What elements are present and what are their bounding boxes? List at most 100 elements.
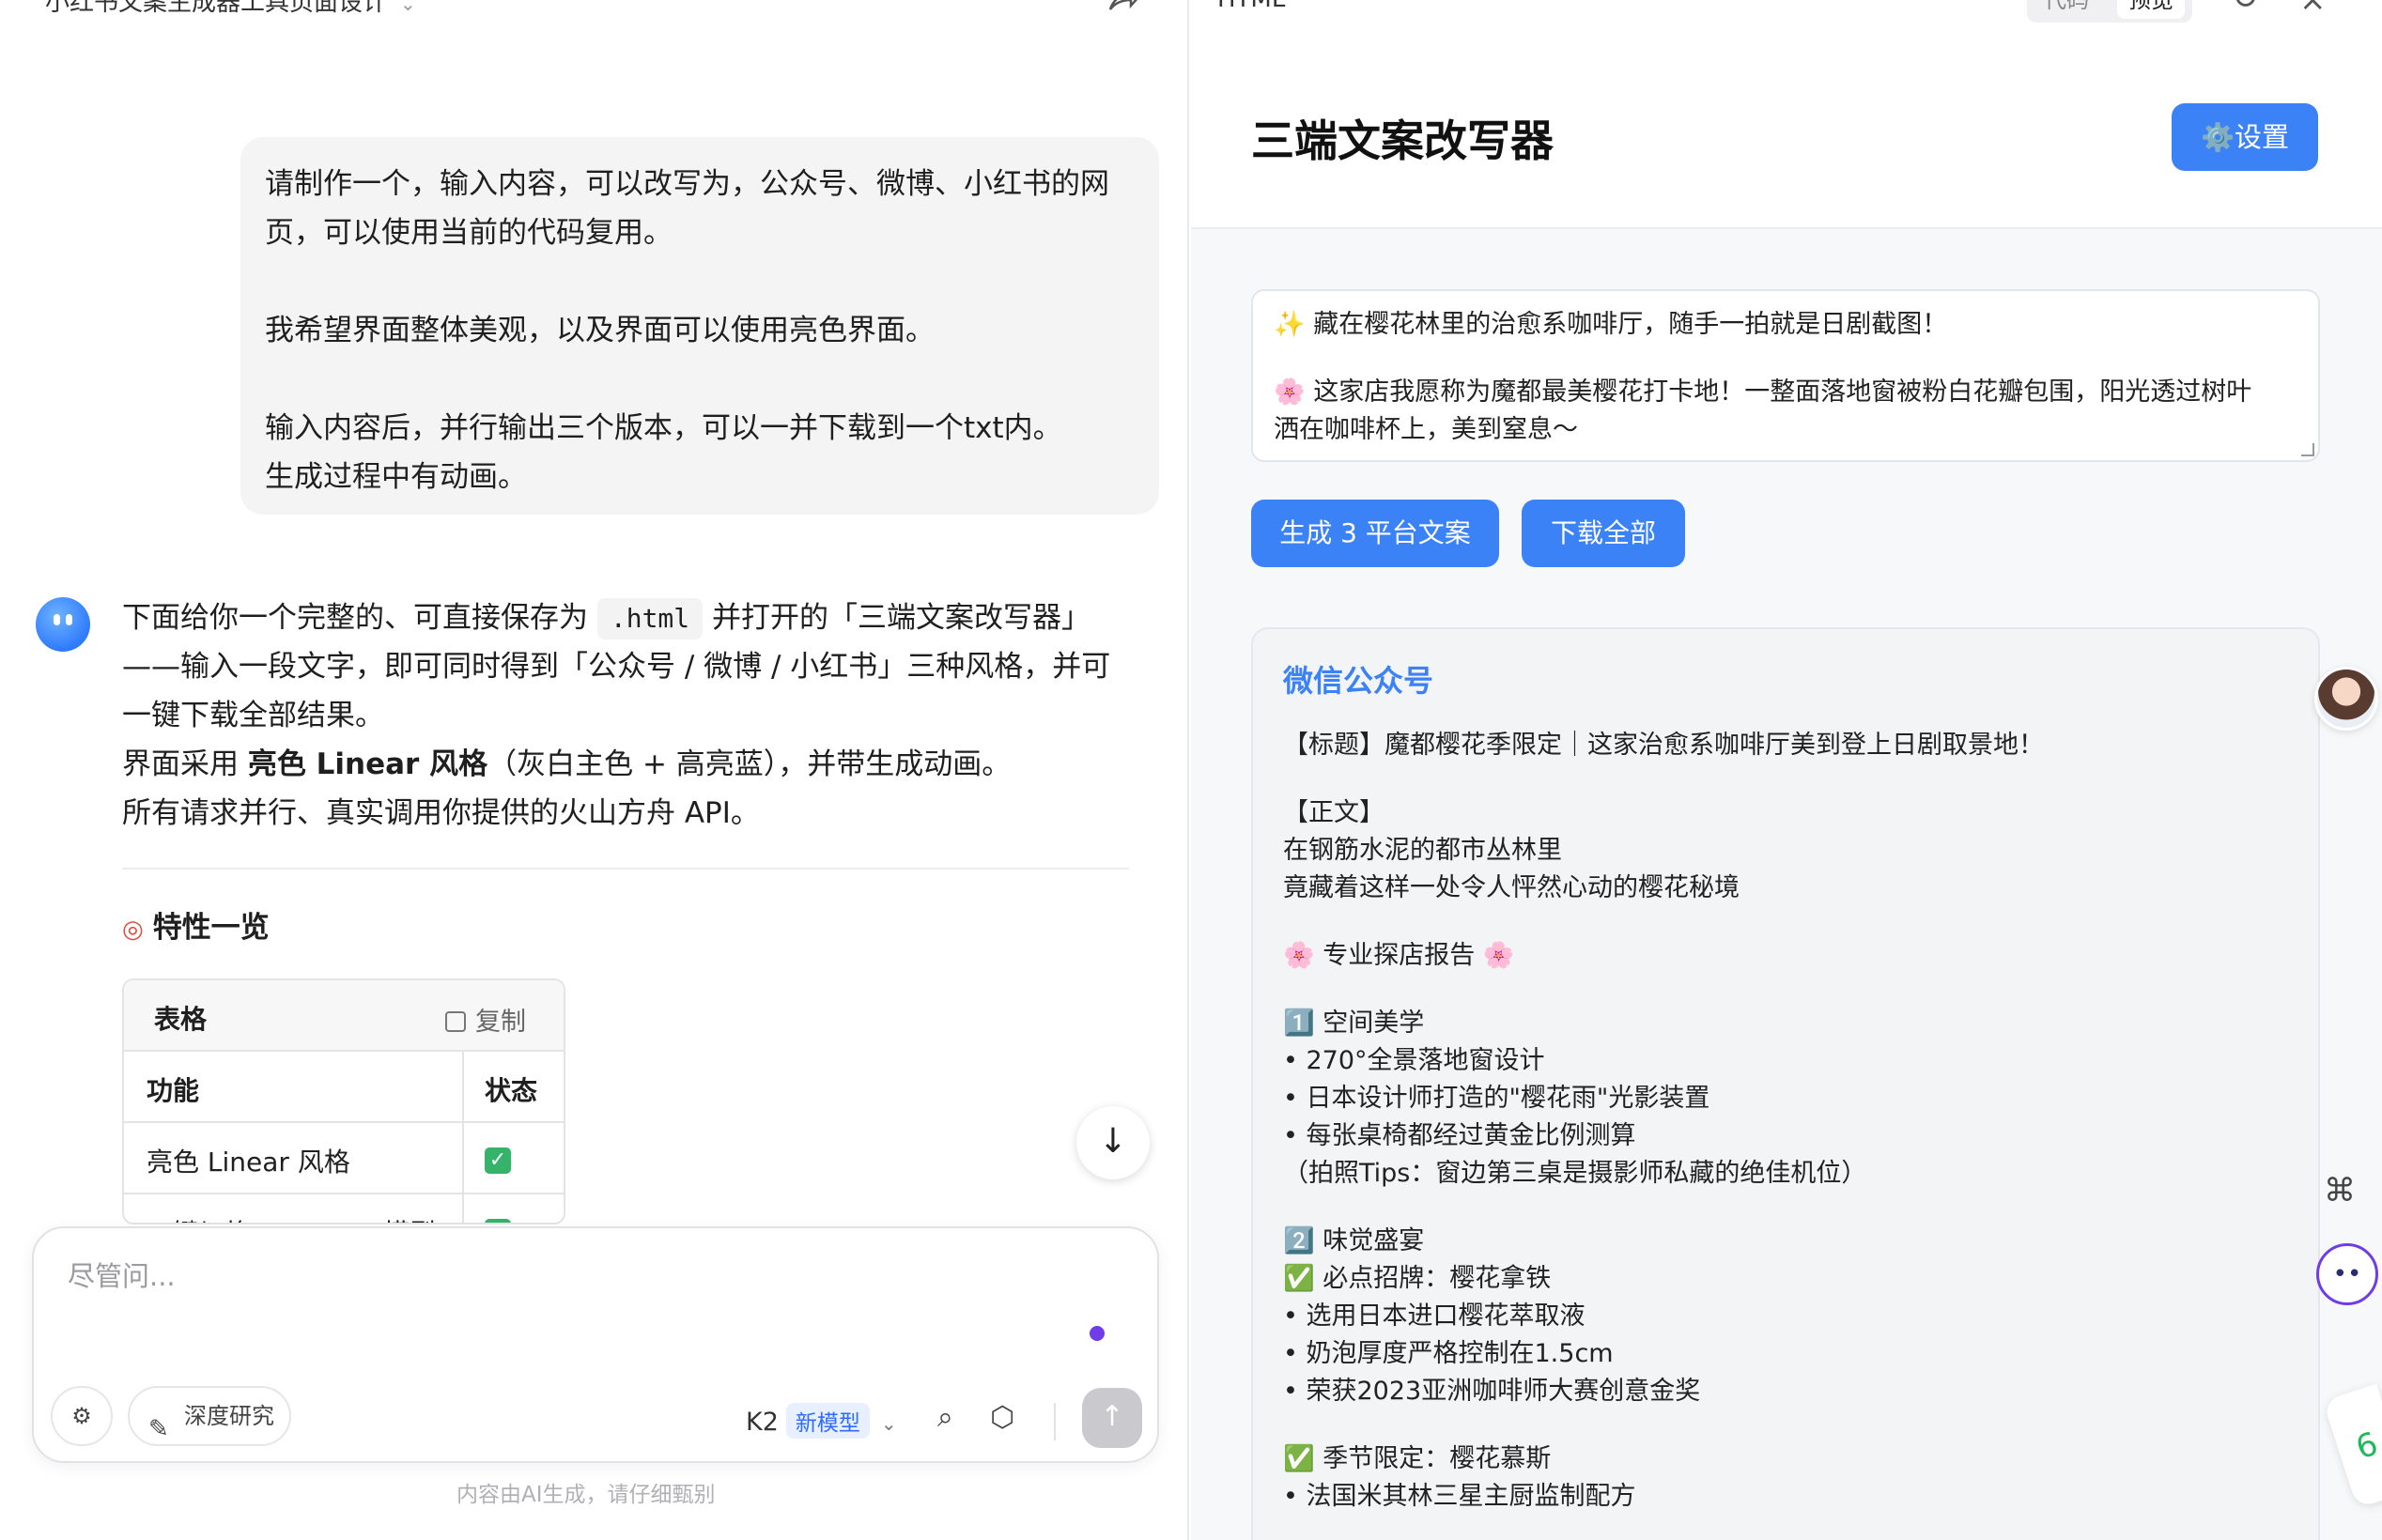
chat-input[interactable]: 尽管问...: [68, 1255, 176, 1294]
scroll-down-button[interactable]: ↓: [1076, 1106, 1150, 1179]
assistant-text: 所有请求并行、真实调用你提供的火山方舟 API。: [122, 796, 760, 830]
share-icon[interactable]: [1106, 0, 1140, 13]
card-line: 【标题】魔都樱花季限定｜这家治愈系咖啡厅美到登上日剧取景地！: [1283, 731, 2044, 760]
download-all-button[interactable]: 下载全部: [1522, 500, 1685, 567]
panel-label: HTML: [1217, 0, 1285, 13]
table-header-bar: 表格 复制: [124, 980, 564, 1052]
assistant-text: 并打开的「三端文案改写器」: [712, 601, 1091, 635]
card-line: ✅ 必点招牌：樱花拿铁: [1283, 1264, 1552, 1293]
divider: [1054, 1403, 1056, 1440]
tab-code[interactable]: 代码: [2044, 0, 2089, 14]
column-header: 功能: [147, 1075, 200, 1106]
resize-handle[interactable]: [2301, 443, 2314, 456]
column-divider: [462, 1052, 464, 1121]
textarea-line: 洒在咖啡杯上，美到窒息～: [1274, 415, 1578, 444]
tab-preview[interactable]: 预览: [2117, 0, 2185, 19]
card-line: • 270°全景落地窗设计: [1283, 1046, 1545, 1075]
copy-button[interactable]: 复制: [445, 1001, 526, 1038]
user-message-line: 生成过程中有动画。: [265, 460, 527, 494]
copy-label: 复制: [475, 1008, 526, 1037]
deep-research-button[interactable]: ✎ 深度研究: [128, 1386, 291, 1446]
user-message-line: 我希望界面整体美观，以及界面可以使用亮色界面。: [265, 314, 935, 347]
send-button[interactable]: ↑: [1082, 1388, 1142, 1448]
user-message-line: 输入内容后，并行输出三个版本，可以一并下载到一个txt内。: [265, 411, 1062, 445]
column-divider: [462, 1123, 464, 1193]
card-line: 竟藏着这样一处令人怦然心动的樱花秘境: [1283, 873, 1740, 902]
disclaimer: 内容由AI生成，请仔细甄别: [456, 1483, 716, 1507]
model-selector[interactable]: K2 新模型 ⌄: [746, 1403, 897, 1439]
chat-title[interactable]: 小红书文案生成器工具页面设计 ⌄: [45, 0, 416, 18]
cube-icon[interactable]: ⬡: [990, 1401, 1014, 1434]
arrow-up-icon: ↑: [1100, 1400, 1124, 1433]
card-line: • 选用日本进口樱花萃取液: [1283, 1301, 1585, 1331]
copy-icon: [445, 1011, 466, 1032]
card-line: 【正文】: [1283, 798, 1384, 827]
assistant-avatar: [36, 597, 90, 652]
model-tag: 新模型: [785, 1403, 870, 1439]
view-toggle: 代码 预览: [2027, 0, 2192, 23]
target-icon: ◎: [122, 916, 144, 944]
status-dot: [1090, 1326, 1105, 1341]
check-icon: ✓: [485, 1219, 511, 1223]
textarea-line: ✨ 藏在樱花林里的治愈系咖啡厅，随手一拍就是日剧截图！: [1274, 310, 1948, 339]
card-line: • 日本设计师打造的"樱花雨"光影装置: [1283, 1084, 1710, 1113]
sliders-icon: ⚙: [71, 1403, 92, 1429]
assistant-message: 下面给你一个完整的、可直接保存为 .html 并打开的「三端文案改写器」 ——输…: [122, 593, 1137, 838]
card-line: • 奶泡厚度严格控制在1.5cm: [1283, 1339, 1614, 1368]
assistant-text: 一键下载全部结果。: [122, 699, 384, 732]
pen-icon: ✎: [148, 1415, 169, 1443]
column-header: 状态: [485, 1075, 538, 1106]
assistant-float-button[interactable]: ••: [2316, 1243, 2378, 1305]
model-name: K2: [746, 1408, 779, 1437]
preview-toolbar: HTML 代码 预览 ↻ ×: [1191, 0, 2382, 45]
user-message-line: 页，可以使用当前的代码复用。: [265, 216, 673, 250]
card-line: 🌸 专业探店报告 🌸: [1283, 941, 1515, 970]
apps-grid-icon[interactable]: ⌘: [2324, 1172, 2356, 1209]
generate-button[interactable]: 生成 3 平台文案: [1251, 500, 1499, 567]
source-textarea[interactable]: ✨ 藏在樱花林里的治愈系咖啡厅，随手一拍就是日剧截图！ 🌸 这家店我愿称为魔都最…: [1251, 289, 2320, 462]
assistant-text: 下面给你一个完整的、可直接保存为: [122, 601, 588, 635]
check-icon: ✓: [485, 1147, 511, 1174]
assistant-text: （灰白主色 + 高亮蓝），并带生成动画。: [487, 747, 1012, 781]
preview-pane: HTML 代码 预览 ↻ × 三端文案改写器 ⚙️设置 ✨ 藏在樱花林里的治愈系…: [1191, 0, 2382, 1540]
textarea-line: 🌸 这家店我愿称为魔都最美樱花打卡地！一整面落地窗被粉白花瓣包围，阳光透过树叶: [1274, 377, 2252, 407]
user-message-line: 请制作一个，输入内容，可以改写为，公众号、微博、小红书的网: [265, 167, 1109, 201]
close-icon[interactable]: ×: [2299, 0, 2327, 19]
table-label: 表格: [154, 1004, 208, 1035]
wechat-result-card: 微信公众号 【标题】魔都樱花季限定｜这家治愈系咖啡厅美到登上日剧取景地！ 【正文】…: [1251, 627, 2320, 1540]
options-button[interactable]: ⚙: [51, 1386, 113, 1446]
card-title: 微信公众号: [1283, 663, 1434, 699]
table-row: 一键切换 API Key / 模型 ✓: [124, 1194, 564, 1223]
card-line: 在钢筋水泥的都市丛林里: [1283, 836, 1562, 865]
chat-pane: 小红书文案生成器工具页面设计 ⌄ 请制作一个，输入内容，可以改写为，公众号、微博、…: [0, 0, 1189, 1540]
inline-code: .html: [596, 598, 704, 639]
refresh-icon[interactable]: ↻: [2232, 0, 2259, 17]
chat-title-text: 小红书文案生成器工具页面设计: [45, 0, 388, 17]
table-header-row: 功能 状态: [124, 1052, 564, 1123]
card-body: 【标题】魔都樱花季限定｜这家治愈系咖啡厅美到登上日剧取景地！ 【正文】在钢筋水泥的…: [1283, 727, 2288, 1516]
table-row: 亮色 Linear 风格 ✓: [124, 1123, 564, 1194]
features-table: 表格 复制 功能 状态 亮色 Linear 风格 ✓ 一键切换 API Key …: [122, 978, 565, 1224]
avatar-eye: [66, 614, 72, 625]
card-line: （拍照Tips：窗边第三桌是摄影师私藏的绝佳机位）: [1283, 1159, 1867, 1188]
table-cell: ✓: [485, 1213, 511, 1223]
attach-icon[interactable]: ⌕: [937, 1401, 953, 1434]
bot-face-icon: ••: [2332, 1260, 2362, 1288]
features-heading: ◎ 特性一览: [122, 903, 270, 946]
table-cell: 一键切换 API Key / 模型: [147, 1213, 436, 1223]
chat-input-box[interactable]: 尽管问... ⚙ ✎ 深度研究 K2 新模型 ⌄ ⌕ ⬡ ↑: [32, 1226, 1159, 1463]
column-divider: [462, 1194, 464, 1223]
features-heading-text: 特性一览: [152, 911, 270, 945]
avatar-eye: [54, 614, 60, 625]
user-avatar[interactable]: [2314, 667, 2378, 731]
app-title: 三端文案改写器: [1251, 116, 1554, 166]
settings-button[interactable]: ⚙️设置: [2172, 103, 2318, 171]
chevron-down-icon: ⌄: [400, 0, 416, 15]
assistant-text: ——输入一段文字，即可同时得到「公众号 / 微博 / 小红书」三种风格，并可: [122, 650, 1111, 684]
card-line: • 每张桌椅都经过黄金比例测算: [1283, 1121, 1636, 1150]
assistant-text: 界面采用: [122, 747, 239, 781]
assistant-bold-text: 亮色 Linear 风格: [247, 747, 488, 781]
divider: [122, 868, 1129, 870]
card-line: ✅ 季节限定：樱花慕斯: [1283, 1444, 1552, 1473]
arrow-down-icon: ↓: [1098, 1122, 1128, 1161]
